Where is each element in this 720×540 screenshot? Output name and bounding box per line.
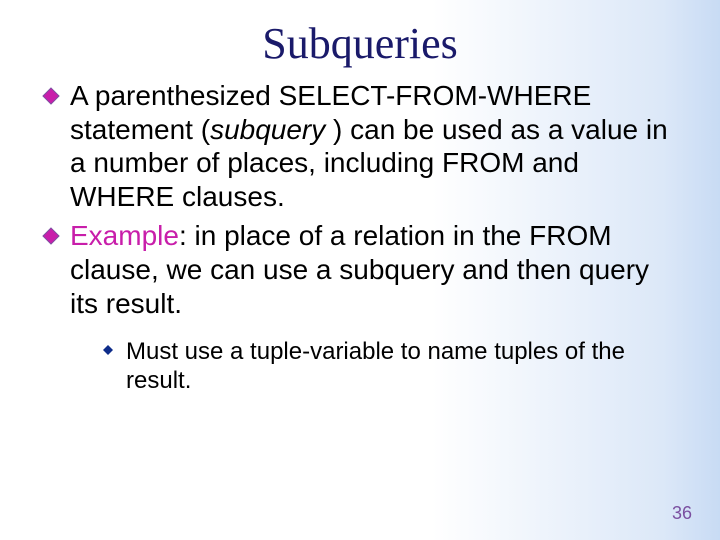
text-run: Example (70, 220, 179, 251)
sub-bullet-text: Must use a tuple-variable to name tuples… (126, 338, 625, 394)
content-area: A parenthesized SELECT-FROM-WHERE statem… (0, 79, 720, 396)
diamond-bullet-icon (42, 227, 60, 245)
sub-bullet-item: Must use a tuple-variable to name tuples… (102, 338, 648, 396)
bullet-item: A parenthesized SELECT-FROM-WHERE statem… (42, 79, 678, 213)
slide-title: Subqueries (0, 0, 720, 79)
bullet-item: Example: in place of a relation in the F… (42, 219, 678, 320)
diamond-bullet-icon (42, 87, 60, 105)
bullet-text: A parenthesized SELECT-FROM-WHERE statem… (70, 80, 668, 212)
sub-list: Must use a tuple-variable to name tuples… (42, 338, 678, 396)
small-diamond-bullet-icon (102, 344, 114, 356)
bullet-text: Example: in place of a relation in the F… (70, 220, 649, 318)
slide: Subqueries A parenthesized SELECT-FROM-W… (0, 0, 720, 540)
text-run: subquery (210, 114, 325, 145)
page-number: 36 (672, 503, 692, 524)
